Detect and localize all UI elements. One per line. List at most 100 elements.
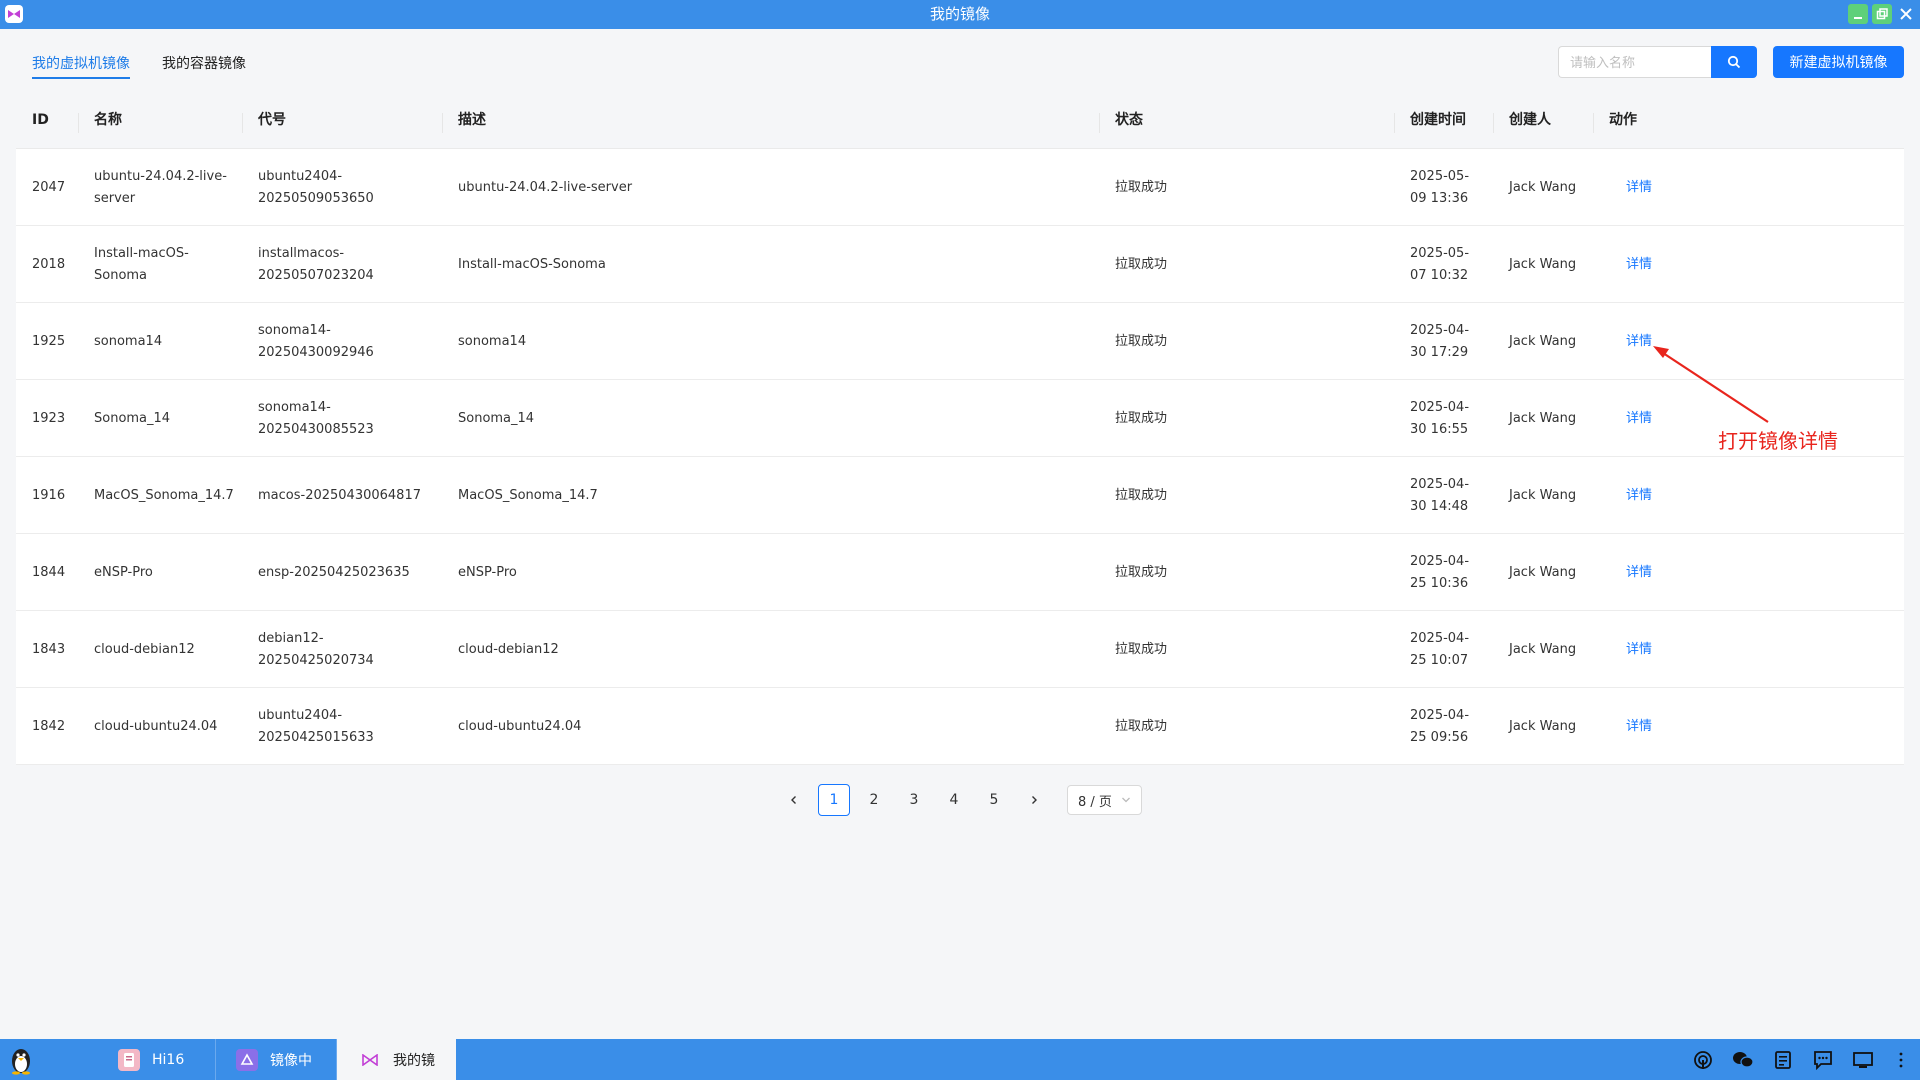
details-link[interactable]: 详情 xyxy=(1626,149,1652,226)
taskbar-item-hi16[interactable]: Hi16 xyxy=(118,1039,214,1080)
details-link[interactable]: 详情 xyxy=(1626,380,1652,457)
table-row: 1925 sonoma14 sonoma14- 20250430092946 so… xyxy=(16,303,1904,380)
cell-name: cloud-ubuntu24.04 xyxy=(94,688,234,765)
cell-creator: Jack Wang xyxy=(1509,487,1577,503)
cell-text: ubuntu-24.04.2-live- xyxy=(94,168,227,184)
cell-status: 拉取成功 xyxy=(1115,179,1168,195)
details-link[interactable]: 详情 xyxy=(1626,457,1652,534)
cell-text: server xyxy=(94,190,136,206)
header-description: 描述 xyxy=(458,112,486,128)
details-link[interactable]: 详情 xyxy=(1626,688,1652,765)
cell-text: 2025-04- xyxy=(1410,707,1470,723)
taskbar-item-my-images[interactable]: 我的镜 xyxy=(337,1039,456,1080)
search-button[interactable] xyxy=(1711,46,1757,78)
cell-name: cloud-debian12 xyxy=(94,611,234,688)
prev-page-button[interactable] xyxy=(778,784,810,816)
pagination: 1 2 3 4 5 xyxy=(0,784,1920,816)
cell-description: Sonoma_14 xyxy=(458,410,535,426)
close-button[interactable] xyxy=(1896,4,1916,24)
display-icon[interactable] xyxy=(1852,1049,1874,1071)
chat-icon[interactable] xyxy=(1812,1049,1834,1071)
toolbar: 我的虚拟机镜像 我的容器镜像 新建虚拟机镜像 xyxy=(0,29,1920,91)
cell-creator: Jack Wang xyxy=(1509,641,1577,657)
cell-name: Install-macOS- Sonoma xyxy=(94,226,234,303)
chevron-down-icon xyxy=(1122,797,1130,803)
cell-creator: Jack Wang xyxy=(1509,333,1577,349)
wechat-icon[interactable] xyxy=(1732,1049,1754,1071)
cell-text: 2025-05- xyxy=(1410,245,1470,261)
cell-creator: Jack Wang xyxy=(1509,256,1577,272)
clipboard-icon[interactable] xyxy=(1772,1049,1794,1071)
cell-text: 2025-04- xyxy=(1410,322,1470,338)
table-body: 2047 ubuntu-24.04.2-live-server ubuntu24… xyxy=(16,149,1904,765)
chevron-left-icon xyxy=(791,796,796,804)
cell-text: 07 10:32 xyxy=(1410,267,1469,283)
cell-created-time: 2025-04- 30 16:55 xyxy=(1410,380,1469,457)
cell-description: cloud-debian12 xyxy=(458,641,559,657)
cell-text: 20250507023204 xyxy=(258,267,374,283)
maximize-button[interactable] xyxy=(1872,4,1892,24)
tab-container-images[interactable]: 我的容器镜像 xyxy=(162,53,246,79)
page-1-button[interactable]: 1 xyxy=(818,784,850,816)
cell-text: 25 10:36 xyxy=(1410,575,1469,591)
cell-code: ubuntu2404- 20250509053650 xyxy=(258,149,438,226)
cell-status: 拉取成功 xyxy=(1115,641,1168,657)
page-3-button[interactable]: 3 xyxy=(898,784,930,816)
cell-status: 拉取成功 xyxy=(1115,410,1168,426)
start-menu-button[interactable] xyxy=(6,1044,36,1076)
taskbar: Hi16 镜像中 我的镜 xyxy=(0,1039,1920,1080)
cell-text: sonoma14 xyxy=(94,333,163,349)
page-size-label: 8 / 页 xyxy=(1078,794,1112,810)
cell-text: 25 09:56 xyxy=(1410,729,1469,745)
cell-description: sonoma14 xyxy=(458,333,527,349)
cell-id: 1916 xyxy=(32,487,66,503)
details-link[interactable]: 详情 xyxy=(1626,303,1652,380)
table-row: 1923 Sonoma_14 sonoma14- 20250430085523 S… xyxy=(16,380,1904,457)
penguin-logo-icon xyxy=(12,1049,30,1075)
cell-text: 2025-04- xyxy=(1410,630,1470,646)
page-2-button[interactable]: 2 xyxy=(858,784,890,816)
details-link[interactable]: 详情 xyxy=(1626,226,1652,303)
cell-id: 2047 xyxy=(32,179,66,195)
tab-vm-images[interactable]: 我的虚拟机镜像 xyxy=(32,53,130,79)
page-size-select[interactable]: 8 / 页 xyxy=(1067,785,1142,815)
cell-created-time: 2025-04- 25 09:56 xyxy=(1410,688,1469,765)
details-link[interactable]: 详情 xyxy=(1626,611,1652,688)
cell-text: 20250509053650 xyxy=(258,190,374,206)
hotspot-icon[interactable] xyxy=(1692,1049,1714,1071)
cell-text: 20250430085523 xyxy=(258,421,374,437)
taskbar-item-image-center[interactable]: 镜像中 xyxy=(236,1039,336,1080)
cell-description: Install-macOS-Sonoma xyxy=(458,256,606,272)
header-creator: 创建人 xyxy=(1509,112,1551,128)
more-icon[interactable] xyxy=(1890,1049,1912,1071)
new-vm-image-button[interactable]: 新建虚拟机镜像 xyxy=(1773,46,1904,78)
cell-description: ubuntu-24.04.2-live-server xyxy=(458,179,633,195)
header-created-time: 创建时间 xyxy=(1410,112,1466,128)
cell-description: MacOS_Sonoma_14.7 xyxy=(458,487,598,503)
cell-code: ubuntu2404- 20250425015633 xyxy=(258,688,438,765)
header-id: ID xyxy=(32,112,49,128)
cell-status: 拉取成功 xyxy=(1115,718,1168,734)
table-row: 1843 cloud-debian12 debian12- 20250425020… xyxy=(16,611,1904,688)
cell-created-time: 2025-04- 30 14:48 xyxy=(1410,457,1469,534)
minimize-button[interactable] xyxy=(1848,4,1868,24)
cell-text: 2025-04- xyxy=(1410,399,1470,415)
cell-text: 30 17:29 xyxy=(1410,344,1469,360)
next-page-button[interactable] xyxy=(1018,784,1050,816)
cell-description: cloud-ubuntu24.04 xyxy=(458,718,582,734)
cell-id: 1842 xyxy=(32,718,66,734)
cell-text: 30 16:55 xyxy=(1410,421,1469,437)
cell-text: 20250425015633 xyxy=(258,729,374,745)
cell-id: 1844 xyxy=(32,564,66,580)
cell-status: 拉取成功 xyxy=(1115,487,1168,503)
annotation-label: 打开镜像详情 xyxy=(1718,429,1838,453)
chevron-right-icon xyxy=(1032,796,1037,804)
cell-code: macos-20250430064817 xyxy=(258,457,438,534)
search-input[interactable] xyxy=(1558,46,1712,78)
image-center-app-icon xyxy=(236,1048,258,1071)
details-link[interactable]: 详情 xyxy=(1626,534,1652,611)
page-4-button[interactable]: 4 xyxy=(938,784,970,816)
page-5-button[interactable]: 5 xyxy=(978,784,1010,816)
cell-name: MacOS_Sonoma_14.7 xyxy=(94,457,234,534)
cell-text: debian12- xyxy=(258,630,324,646)
